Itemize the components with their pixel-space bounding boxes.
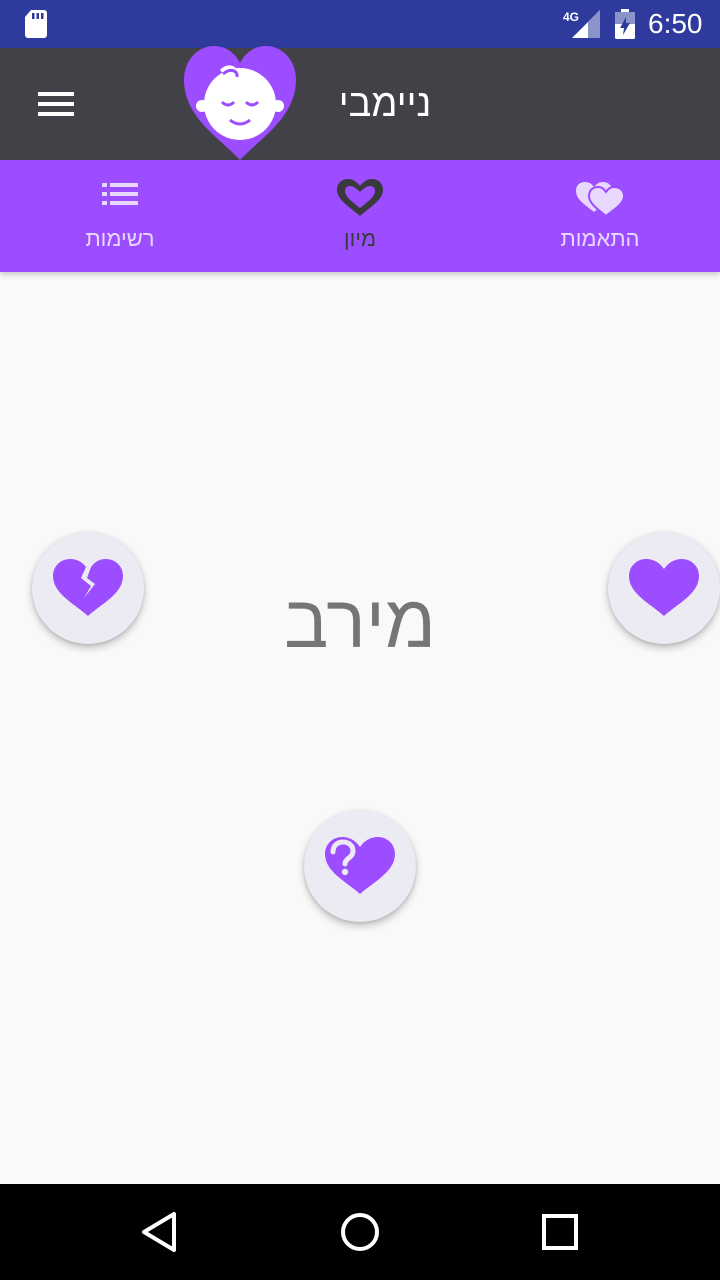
tab-bar: רשימות מיון התאמות (0, 160, 720, 272)
like-button[interactable] (608, 532, 720, 644)
broken-heart-icon (53, 559, 123, 616)
back-icon[interactable] (136, 1208, 184, 1256)
system-navigation-bar (0, 1184, 720, 1280)
heart-icon (629, 559, 699, 616)
hamburger-menu-icon[interactable] (36, 88, 76, 120)
signal-icon: 4G (563, 10, 600, 38)
tab-matches-label: התאמות (560, 226, 640, 251)
status-clock: 6:50 (648, 8, 703, 39)
app-title: ניימבי (338, 83, 432, 125)
double-heart-icon (576, 182, 626, 218)
network-type: 4G (563, 10, 579, 24)
question-heart-icon (325, 837, 395, 894)
tab-matches[interactable]: התאמות (480, 160, 720, 272)
list-icon (102, 183, 138, 205)
tab-lists-label: רשימות (85, 226, 155, 251)
tab-sort[interactable]: מיון (240, 160, 480, 272)
sort-screen: מירב (0, 272, 720, 1184)
app-bar: ניימבי (0, 48, 720, 160)
tab-lists[interactable]: רשימות (0, 160, 240, 272)
status-bar: 4G 6:50 (0, 0, 720, 48)
maybe-button[interactable] (304, 810, 416, 922)
battery-icon (615, 9, 635, 39)
current-name: מירב (284, 580, 436, 663)
recents-icon[interactable] (536, 1208, 584, 1256)
home-icon[interactable] (336, 1208, 384, 1256)
baby-heart-logo-icon (184, 46, 296, 160)
tab-sort-label: מיון (343, 226, 377, 251)
sd-card-icon (25, 10, 47, 38)
dislike-button[interactable] (32, 532, 144, 644)
heart-outline-icon (337, 179, 383, 216)
